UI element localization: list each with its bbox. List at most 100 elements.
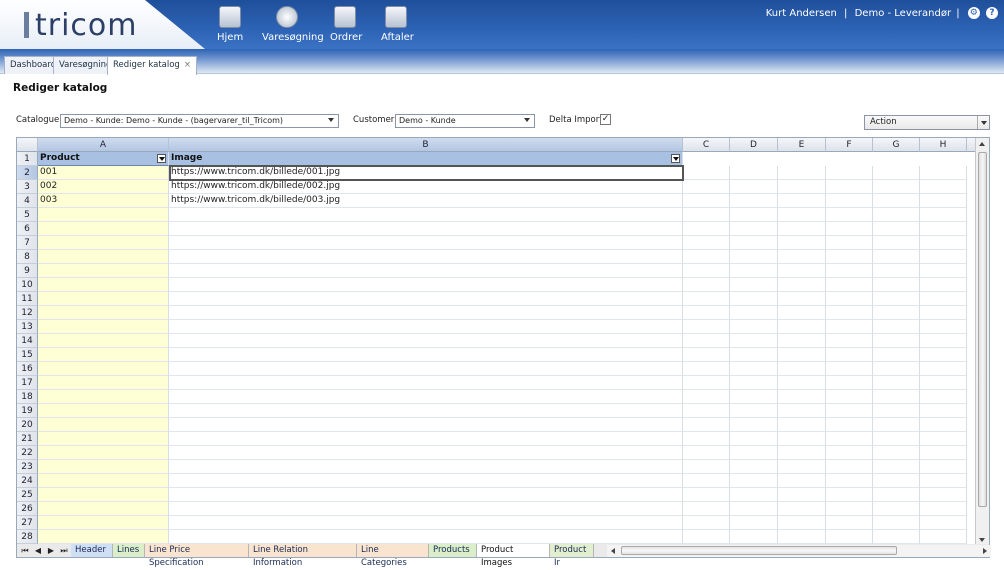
- grid-cell[interactable]: [169, 474, 683, 488]
- grid-cell[interactable]: [169, 208, 683, 222]
- grid-cell[interactable]: [38, 460, 169, 474]
- row-header[interactable]: 11: [17, 292, 38, 306]
- grid-cell[interactable]: [38, 376, 169, 390]
- grid-cell[interactable]: [778, 320, 826, 334]
- grid-cell[interactable]: [920, 530, 967, 544]
- grid-cell[interactable]: [683, 488, 730, 502]
- horizontal-scrollbar[interactable]: [607, 545, 991, 557]
- sheet-tab[interactable]: Header: [71, 544, 113, 557]
- grid-cell[interactable]: [38, 418, 169, 432]
- row-header[interactable]: 19: [17, 404, 38, 418]
- user-name[interactable]: Kurt Andersen: [766, 8, 837, 19]
- row-header[interactable]: 14: [17, 334, 38, 348]
- grid-cell[interactable]: [730, 236, 778, 250]
- row-header[interactable]: 8: [17, 250, 38, 264]
- grid-cell[interactable]: [683, 348, 730, 362]
- grid-cell[interactable]: [778, 180, 826, 194]
- grid-cell[interactable]: [920, 376, 967, 390]
- grid-cell[interactable]: [730, 362, 778, 376]
- grid-cell[interactable]: [873, 418, 920, 432]
- column-header-g[interactable]: G: [873, 138, 920, 152]
- grid-cell[interactable]: [873, 250, 920, 264]
- row-header[interactable]: 13: [17, 320, 38, 334]
- grid-cell[interactable]: [920, 460, 967, 474]
- grid-cell[interactable]: [873, 264, 920, 278]
- grid-cell[interactable]: [920, 166, 967, 180]
- grid-cell[interactable]: [730, 530, 778, 544]
- grid-cell[interactable]: [730, 348, 778, 362]
- grid-cell[interactable]: [38, 278, 169, 292]
- grid-cell[interactable]: [826, 488, 873, 502]
- grid-cell[interactable]: [38, 348, 169, 362]
- column-header-a[interactable]: A: [38, 138, 169, 152]
- customer-select[interactable]: Demo - Kunde: [395, 114, 535, 128]
- grid-cell[interactable]: [169, 488, 683, 502]
- grid-cell[interactable]: [683, 460, 730, 474]
- catalogue-select[interactable]: Demo - Kunde: Demo - Kunde - (bagervarer…: [60, 114, 339, 128]
- grid-cell[interactable]: [826, 264, 873, 278]
- grid-cell[interactable]: [683, 250, 730, 264]
- grid-cell[interactable]: [683, 516, 730, 530]
- grid-cell[interactable]: [920, 236, 967, 250]
- last-sheet-icon[interactable]: ⏭: [58, 546, 70, 556]
- grid-cell[interactable]: [169, 320, 683, 334]
- grid-cell[interactable]: [38, 446, 169, 460]
- grid-cell[interactable]: [778, 418, 826, 432]
- grid-cell[interactable]: [920, 222, 967, 236]
- grid-cell[interactable]: [730, 292, 778, 306]
- grid-cell[interactable]: [778, 334, 826, 348]
- grid-cell[interactable]: [683, 474, 730, 488]
- grid-cell[interactable]: [169, 236, 683, 250]
- grid-cell[interactable]: [169, 292, 683, 306]
- row-header[interactable]: 16: [17, 362, 38, 376]
- scroll-up-icon[interactable]: [979, 142, 985, 146]
- column-header-d[interactable]: D: [730, 138, 778, 152]
- nav-hjem[interactable]: Hjem: [217, 6, 243, 43]
- grid-cell[interactable]: [38, 502, 169, 516]
- close-icon[interactable]: ×: [184, 60, 191, 70]
- grid-cell[interactable]: [778, 306, 826, 320]
- grid-cell[interactable]: [730, 418, 778, 432]
- grid-cell[interactable]: [826, 418, 873, 432]
- grid-cell[interactable]: [778, 194, 826, 208]
- grid-cell[interactable]: [873, 460, 920, 474]
- grid-cell[interactable]: [730, 404, 778, 418]
- grid-cell[interactable]: [683, 418, 730, 432]
- grid-cell[interactable]: [920, 208, 967, 222]
- grid-cell[interactable]: [730, 502, 778, 516]
- filter-dropdown-icon[interactable]: [157, 154, 166, 163]
- grid-cell[interactable]: [920, 516, 967, 530]
- grid-cell[interactable]: [920, 418, 967, 432]
- grid-cell[interactable]: [920, 502, 967, 516]
- grid-cell[interactable]: [873, 404, 920, 418]
- column-header-c[interactable]: C: [683, 138, 730, 152]
- cell-a4[interactable]: 003: [38, 194, 169, 208]
- column-header-e[interactable]: E: [778, 138, 826, 152]
- grid-cell[interactable]: [683, 432, 730, 446]
- grid-cell[interactable]: [920, 306, 967, 320]
- grid-cell[interactable]: [826, 292, 873, 306]
- scroll-right-icon[interactable]: [983, 548, 987, 554]
- cell-a2[interactable]: 001: [38, 166, 169, 180]
- row-header[interactable]: 25: [17, 488, 38, 502]
- grid-cell[interactable]: [920, 348, 967, 362]
- grid-cell[interactable]: [169, 432, 683, 446]
- help-icon[interactable]: ?: [986, 7, 998, 19]
- grid-cell[interactable]: [730, 488, 778, 502]
- grid-cell[interactable]: [778, 348, 826, 362]
- grid-cell[interactable]: [873, 530, 920, 544]
- grid-cell[interactable]: [38, 488, 169, 502]
- grid-cell[interactable]: [873, 292, 920, 306]
- row-header[interactable]: 9: [17, 264, 38, 278]
- delta-import-checkbox[interactable]: ✓: [600, 114, 611, 125]
- grid-cell[interactable]: [826, 530, 873, 544]
- scroll-down-icon[interactable]: [979, 538, 985, 542]
- grid-cell[interactable]: [683, 222, 730, 236]
- grid-cell[interactable]: [730, 166, 778, 180]
- grid-cell[interactable]: [778, 530, 826, 544]
- grid-cell[interactable]: [826, 180, 873, 194]
- grid-cell[interactable]: [826, 432, 873, 446]
- grid-cell[interactable]: [169, 376, 683, 390]
- row-header[interactable]: 23: [17, 460, 38, 474]
- grid-cell[interactable]: [38, 320, 169, 334]
